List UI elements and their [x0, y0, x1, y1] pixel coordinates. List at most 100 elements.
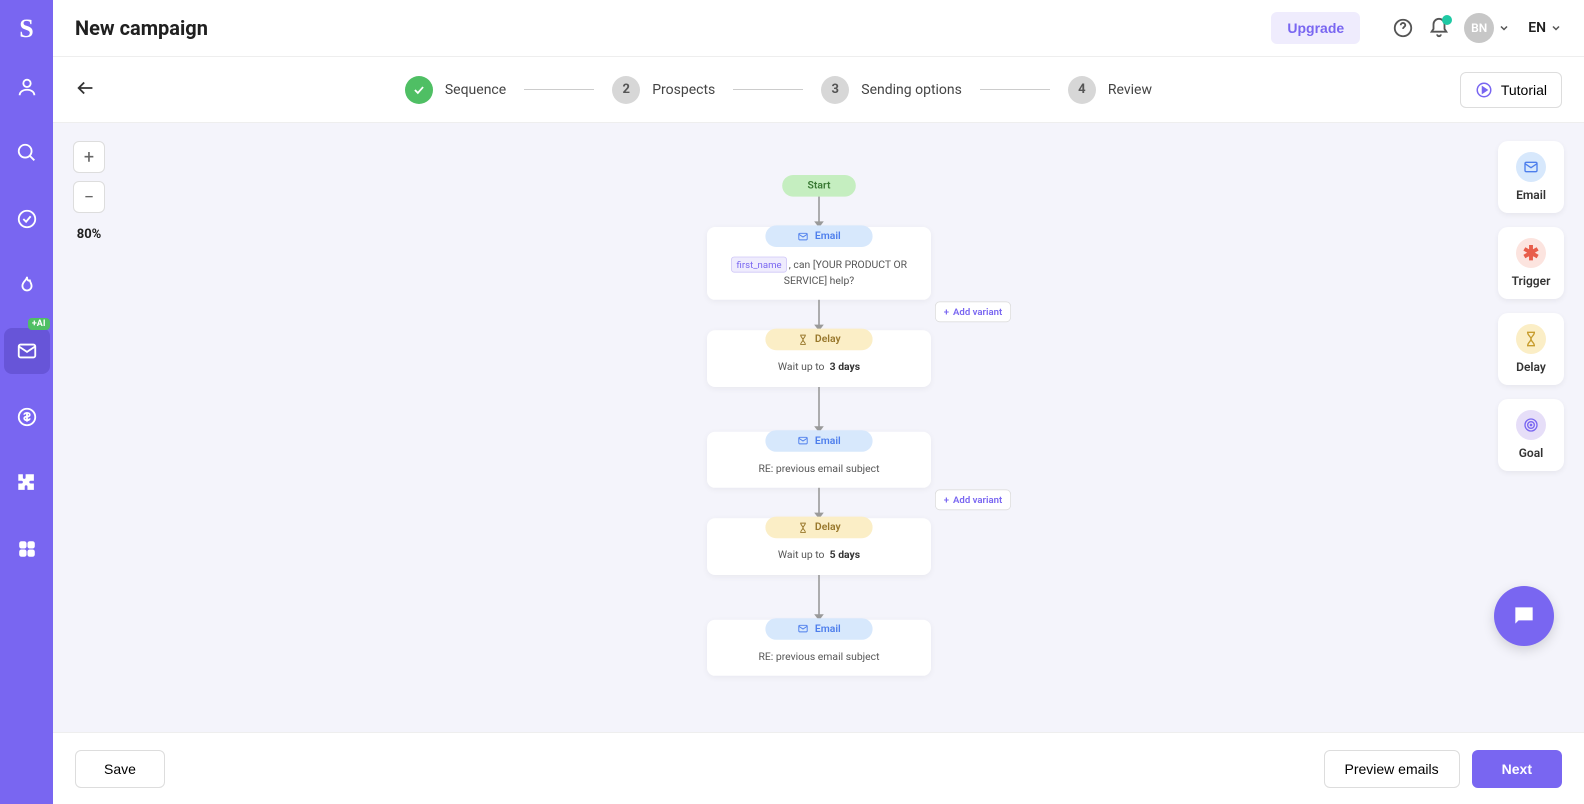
mail-icon [797, 231, 808, 242]
page-title: New campaign [75, 16, 1271, 40]
start-node[interactable]: Start [781, 175, 855, 197]
hourglass-icon [1516, 324, 1546, 354]
sequence-canvas[interactable]: + − 80% Email ✱ Trigger Delay [53, 123, 1584, 732]
flow-arrow [818, 197, 820, 227]
flow-arrow [818, 387, 820, 432]
asterisk-icon: ✱ [1516, 238, 1546, 268]
email-pill: Email [765, 225, 873, 247]
step-label: Prospects [652, 82, 715, 98]
zoom-level: 80% [77, 227, 102, 242]
step-divider [733, 89, 803, 90]
delay-pill: Delay [765, 517, 872, 539]
palette-email[interactable]: Email [1498, 141, 1564, 213]
flow-arrow [818, 575, 820, 620]
email-subject: RE: previous email subject [758, 461, 879, 477]
app-logo: S [19, 14, 33, 44]
main: New campaign Upgrade BN EN Sequen [53, 0, 1584, 804]
steps-bar: Sequence 2 Prospects 3 Sending options 4… [53, 57, 1584, 123]
mail-icon [797, 435, 808, 446]
email-pill: Email [765, 618, 873, 640]
back-button[interactable] [75, 77, 97, 103]
hourglass-icon [797, 334, 808, 345]
add-variant-label: Add variant [953, 306, 1002, 317]
mail-icon [16, 340, 38, 362]
delay-pill-label: Delay [814, 333, 840, 345]
subject-text: , can [YOUR PRODUCT OR SERVICE] help? [783, 259, 906, 287]
flow-arrow [818, 300, 820, 330]
topbar: New campaign Upgrade BN EN [53, 0, 1584, 57]
notification-dot [1442, 15, 1452, 25]
zoom-controls: + − 80% [73, 141, 105, 242]
help-button[interactable] [1392, 17, 1414, 39]
chevron-down-icon [1498, 22, 1510, 34]
node-palette: Email ✱ Trigger Delay Goal [1498, 141, 1564, 471]
palette-label: Goal [1519, 446, 1544, 460]
delay-node[interactable]: Delay Wait up to 3 days [707, 330, 931, 386]
step-sequence[interactable]: Sequence [405, 76, 506, 104]
nav-verify[interactable] [4, 196, 50, 242]
language-selector[interactable]: EN [1528, 20, 1562, 36]
start-label: Start [807, 180, 830, 192]
variable-chip: first_name [730, 257, 786, 273]
nav-contacts[interactable] [4, 64, 50, 110]
nav-search[interactable] [4, 130, 50, 176]
step-prospects[interactable]: 2 Prospects [612, 76, 715, 104]
check-icon [412, 83, 426, 97]
preview-emails-button[interactable]: Preview emails [1324, 750, 1460, 788]
palette-delay[interactable]: Delay [1498, 313, 1564, 385]
step-badge: 4 [1068, 76, 1096, 104]
check-circle-icon [16, 208, 38, 230]
palette-trigger[interactable]: ✱ Trigger [1498, 227, 1564, 299]
arrow-left-icon [75, 77, 97, 99]
zoom-out-button[interactable]: − [73, 181, 105, 213]
help-circle-icon [1392, 17, 1414, 39]
chat-icon [1511, 603, 1537, 629]
email-node[interactable]: Email RE: previous email subject [707, 619, 931, 675]
add-variant-label: Add variant [953, 494, 1002, 505]
nav-campaigns[interactable]: +AI [4, 328, 50, 374]
step-sending-options[interactable]: 3 Sending options [821, 76, 962, 104]
tutorial-label: Tutorial [1501, 82, 1547, 98]
tutorial-button[interactable]: Tutorial [1460, 72, 1562, 108]
next-button[interactable]: Next [1472, 750, 1562, 788]
zoom-in-button[interactable]: + [73, 141, 105, 173]
step-label: Sending options [861, 82, 962, 98]
target-icon [1516, 410, 1546, 440]
palette-goal[interactable]: Goal [1498, 399, 1564, 471]
account-menu[interactable]: BN [1464, 13, 1510, 43]
nav-warmup[interactable] [4, 262, 50, 308]
delay-node[interactable]: Delay Wait up to 5 days [707, 518, 931, 574]
step-review[interactable]: 4 Review [1068, 76, 1152, 104]
email-subject: first_name, can [YOUR PRODUCT OR SERVICE… [727, 257, 911, 289]
sequence-flow: Start Email first_name, can [YOUR PRODUC… [707, 175, 931, 676]
palette-label: Email [1516, 188, 1546, 202]
add-variant-button[interactable]: + Add variant [934, 301, 1010, 322]
nav-billing[interactable] [4, 394, 50, 440]
email-pill-label: Email [814, 623, 840, 635]
step-divider [524, 89, 594, 90]
notifications-button[interactable] [1428, 17, 1450, 39]
puzzle-icon [16, 472, 38, 494]
email-pill-label: Email [814, 230, 840, 242]
sidebar: S +AI [0, 0, 53, 804]
nav-integrations[interactable] [4, 460, 50, 506]
user-icon [16, 76, 38, 98]
palette-label: Trigger [1512, 274, 1551, 288]
nav-apps[interactable] [4, 526, 50, 572]
play-circle-icon [1475, 81, 1493, 99]
email-node[interactable]: Email first_name, can [YOUR PRODUCT OR S… [707, 227, 931, 300]
email-pill-label: Email [814, 435, 840, 447]
add-variant-button[interactable]: + Add variant [934, 489, 1010, 510]
email-subject: RE: previous email subject [758, 649, 879, 665]
save-button[interactable]: Save [75, 750, 165, 788]
mail-icon [1516, 152, 1546, 182]
delay-pill: Delay [765, 329, 872, 351]
email-pill: Email [765, 430, 873, 452]
plus-icon: + [943, 306, 948, 317]
footer: Save Preview emails Next [53, 732, 1584, 804]
delay-text: Wait up to 3 days [777, 360, 859, 376]
upgrade-button[interactable]: Upgrade [1271, 12, 1360, 44]
step-label: Review [1108, 82, 1152, 98]
email-node[interactable]: Email RE: previous email subject [707, 431, 931, 487]
chat-button[interactable] [1494, 586, 1554, 646]
